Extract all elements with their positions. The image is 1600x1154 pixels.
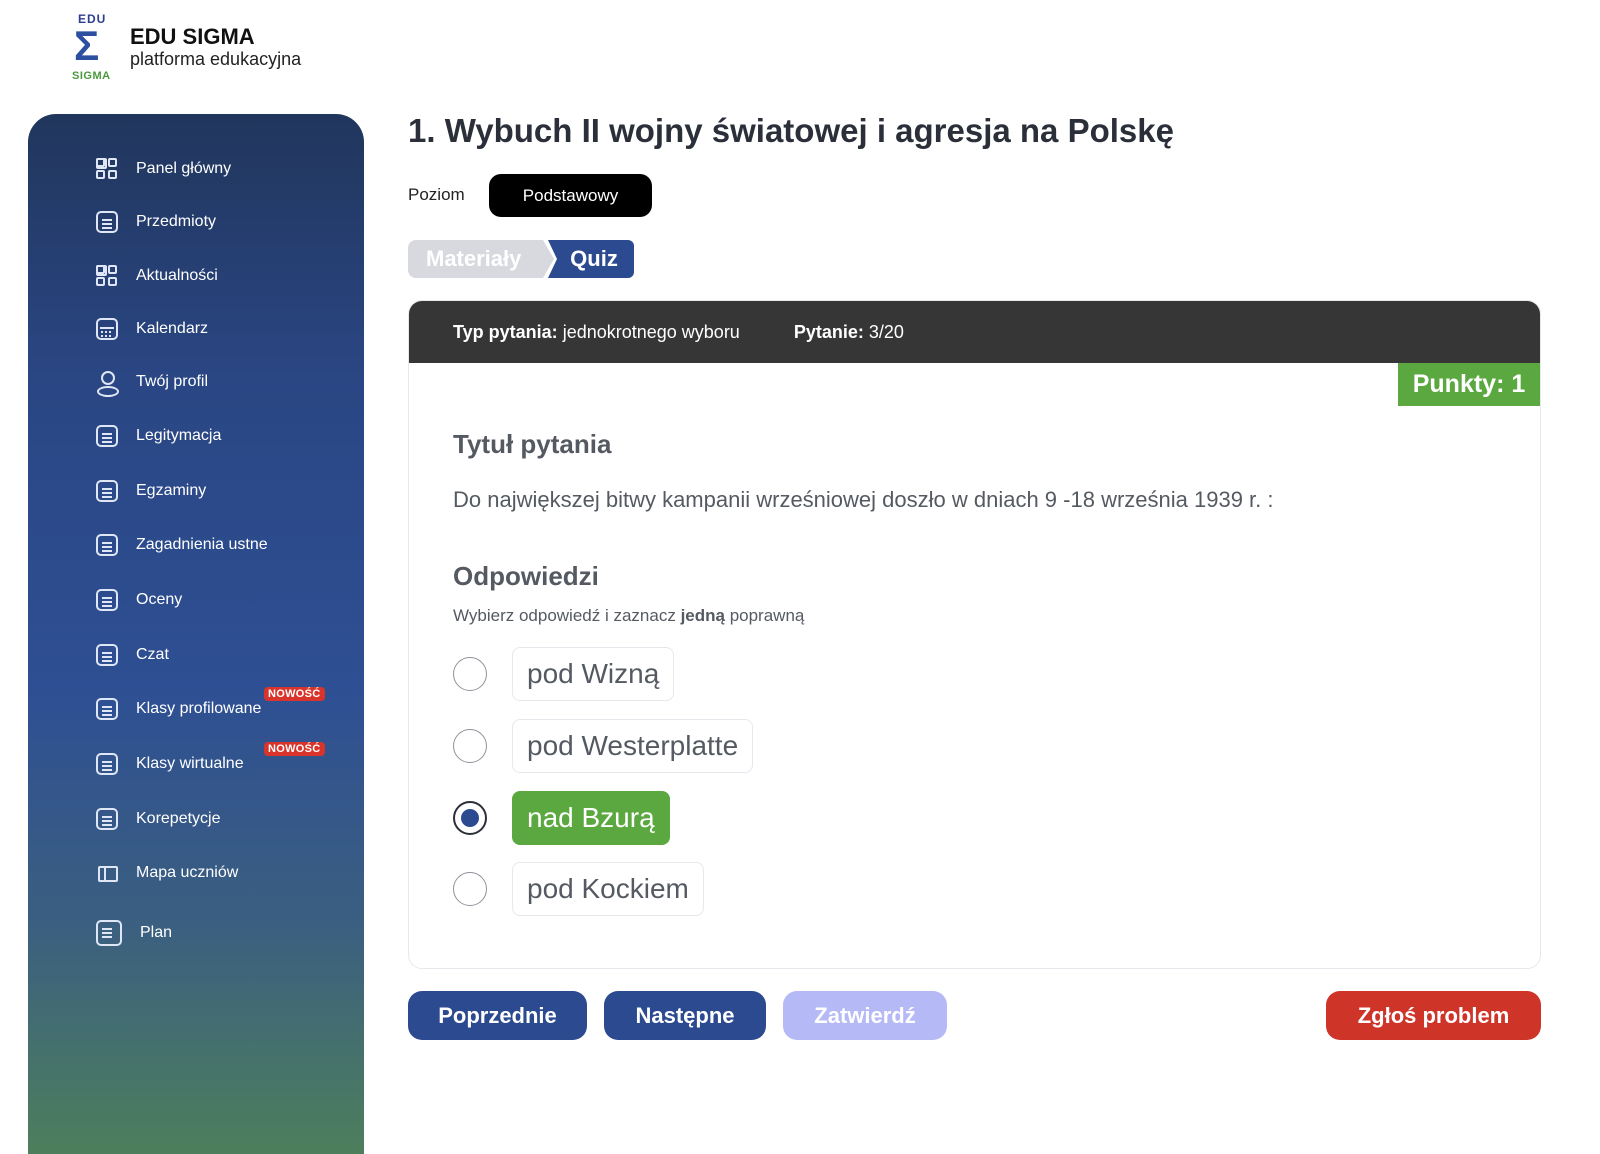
answer-radio[interactable]	[453, 729, 487, 763]
level-badge: Podstawowy	[489, 174, 652, 217]
sidebar-item-klasy-profilowane[interactable]: Klasy profilowane	[96, 698, 261, 720]
sidebar-item-label: Klasy wirtualne	[136, 755, 244, 772]
question-card: Typ pytania: jednokrotnego wyboru Pytani…	[408, 300, 1541, 969]
sidebar: Panel główny Przedmioty Aktualności Kale…	[28, 114, 364, 1154]
calendar-icon	[96, 318, 118, 340]
answer-option[interactable]: pod Kockiem	[453, 862, 704, 916]
answers-hint: Wybierz odpowiedź i zaznacz jedną popraw…	[453, 606, 804, 626]
question-number-label: Pytanie:	[793, 321, 864, 342]
hint-text-end: poprawną	[724, 606, 805, 625]
points-badge: Punkty: 1	[1398, 363, 1540, 406]
page-title: 1. Wybuch II wojny światowej i agresja n…	[408, 112, 1174, 149]
hint-text: Wybierz odpowiedź i zaznacz	[453, 606, 681, 625]
next-button[interactable]: Następne	[604, 991, 766, 1040]
question-type: Typ pytania: jednokrotnego wyboru	[453, 322, 740, 343]
question-header: Typ pytania: jednokrotnego wyboru Pytani…	[409, 301, 1540, 363]
sidebar-item-label: Zagadnienia ustne	[136, 536, 268, 553]
question-text: Do największej bitwy kampanii wrześniowe…	[453, 487, 1274, 512]
document-icon	[96, 534, 118, 556]
new-badge: NOWOŚĆ	[264, 742, 325, 756]
answers-heading: Odpowiedzi	[453, 561, 599, 591]
question-number-value: 3/20	[868, 321, 904, 342]
brand-title: EDU SIGMA	[130, 24, 255, 49]
document-icon	[96, 753, 118, 775]
sidebar-item-panel-glowny[interactable]: Panel główny	[96, 158, 231, 180]
document-icon	[96, 808, 118, 830]
sidebar-item-label: Aktualności	[136, 267, 218, 284]
tab-materialy[interactable]: Materiały	[408, 240, 554, 278]
previous-button[interactable]: Poprzednie	[408, 991, 587, 1040]
sidebar-item-legitymacja[interactable]: Legitymacja	[96, 425, 221, 447]
logo-mark-bottom: SIGMA	[72, 70, 111, 82]
report-problem-button[interactable]: Zgłoś problem	[1326, 991, 1541, 1040]
sidebar-item-label: Klasy profilowane	[136, 700, 262, 717]
sidebar-item-label: Przedmioty	[136, 213, 217, 230]
brand-logo[interactable]: EDU Σ SIGMA EDU SIGMA platforma edukacyj…	[70, 12, 301, 86]
sidebar-item-label: Twój profil	[136, 373, 209, 390]
question-number: Pytanie: 3/20	[794, 322, 904, 343]
answer-radio-selected[interactable]	[453, 801, 487, 835]
question-title-heading: Tytuł pytania	[453, 429, 612, 459]
sidebar-item-klasy-wirtualne[interactable]: Klasy wirtualne	[96, 753, 244, 775]
sidebar-item-aktualnosci[interactable]: Aktualności	[96, 265, 218, 287]
answer-radio[interactable]	[453, 872, 487, 906]
sidebar-item-label: Egzaminy	[136, 482, 207, 499]
grid-icon	[96, 158, 118, 180]
question-type-value: jednokrotnego wyboru	[562, 321, 740, 342]
sidebar-item-label: Legitymacja	[136, 427, 222, 444]
confirm-button[interactable]: Zatwierdź	[783, 991, 947, 1040]
sidebar-item-czat[interactable]: Czat	[96, 644, 169, 666]
document-icon	[96, 698, 118, 720]
logo-mark-symbol: Σ	[74, 22, 100, 69]
answer-label[interactable]: pod Westerplatte	[512, 719, 754, 773]
document-icon	[96, 920, 122, 946]
answer-option[interactable]: pod Wizną	[453, 647, 675, 701]
answer-label[interactable]: pod Wizną	[512, 647, 675, 701]
tab-quiz[interactable]: Quiz	[548, 240, 634, 278]
sidebar-item-label: Oceny	[136, 591, 183, 608]
sidebar-item-kalendarz[interactable]: Kalendarz	[96, 318, 208, 340]
sidebar-item-korepetycje[interactable]: Korepetycje	[96, 808, 221, 830]
sidebar-item-przedmioty[interactable]: Przedmioty	[96, 211, 216, 233]
new-badge: NOWOŚĆ	[264, 687, 325, 701]
sidebar-item-label: Panel główny	[136, 160, 232, 177]
sidebar-item-oceny[interactable]: Oceny	[96, 589, 182, 611]
document-icon	[96, 480, 118, 502]
document-icon	[96, 425, 118, 447]
document-icon	[96, 211, 118, 233]
question-type-label: Typ pytania:	[453, 321, 558, 342]
sidebar-item-label: Plan	[140, 924, 173, 941]
answer-option[interactable]: nad Bzurą	[453, 791, 670, 845]
hint-emphasis: jedną	[680, 606, 725, 625]
sigma-logo-icon: EDU Σ SIGMA	[70, 12, 116, 86]
sidebar-item-zagadnienia-ustne[interactable]: Zagadnienia ustne	[96, 534, 268, 556]
map-icon	[96, 862, 118, 884]
tab-bar: Materiały Quiz	[408, 240, 634, 278]
document-icon	[96, 644, 118, 666]
brand-subtitle: platforma edukacyjna	[130, 49, 302, 69]
answer-label-correct[interactable]: nad Bzurą	[512, 791, 670, 845]
sidebar-item-mapa-uczniow[interactable]: Mapa uczniów	[96, 862, 238, 884]
sidebar-item-egzaminy[interactable]: Egzaminy	[96, 480, 206, 502]
sidebar-item-label: Korepetycje	[136, 810, 221, 827]
sidebar-item-label: Kalendarz	[136, 320, 209, 337]
user-icon	[96, 371, 119, 397]
level-label: Poziom	[408, 185, 465, 204]
document-icon	[96, 589, 118, 611]
sidebar-item-plan[interactable]: Plan	[96, 920, 172, 946]
grid-icon	[96, 265, 118, 287]
answer-label[interactable]: pod Kockiem	[512, 862, 704, 916]
answer-option[interactable]: pod Westerplatte	[453, 719, 754, 773]
sidebar-item-twoj-profil[interactable]: Twój profil	[96, 371, 209, 397]
sidebar-item-label: Mapa uczniów	[136, 864, 239, 881]
sidebar-item-label: Czat	[136, 646, 169, 663]
answer-radio[interactable]	[453, 657, 487, 691]
